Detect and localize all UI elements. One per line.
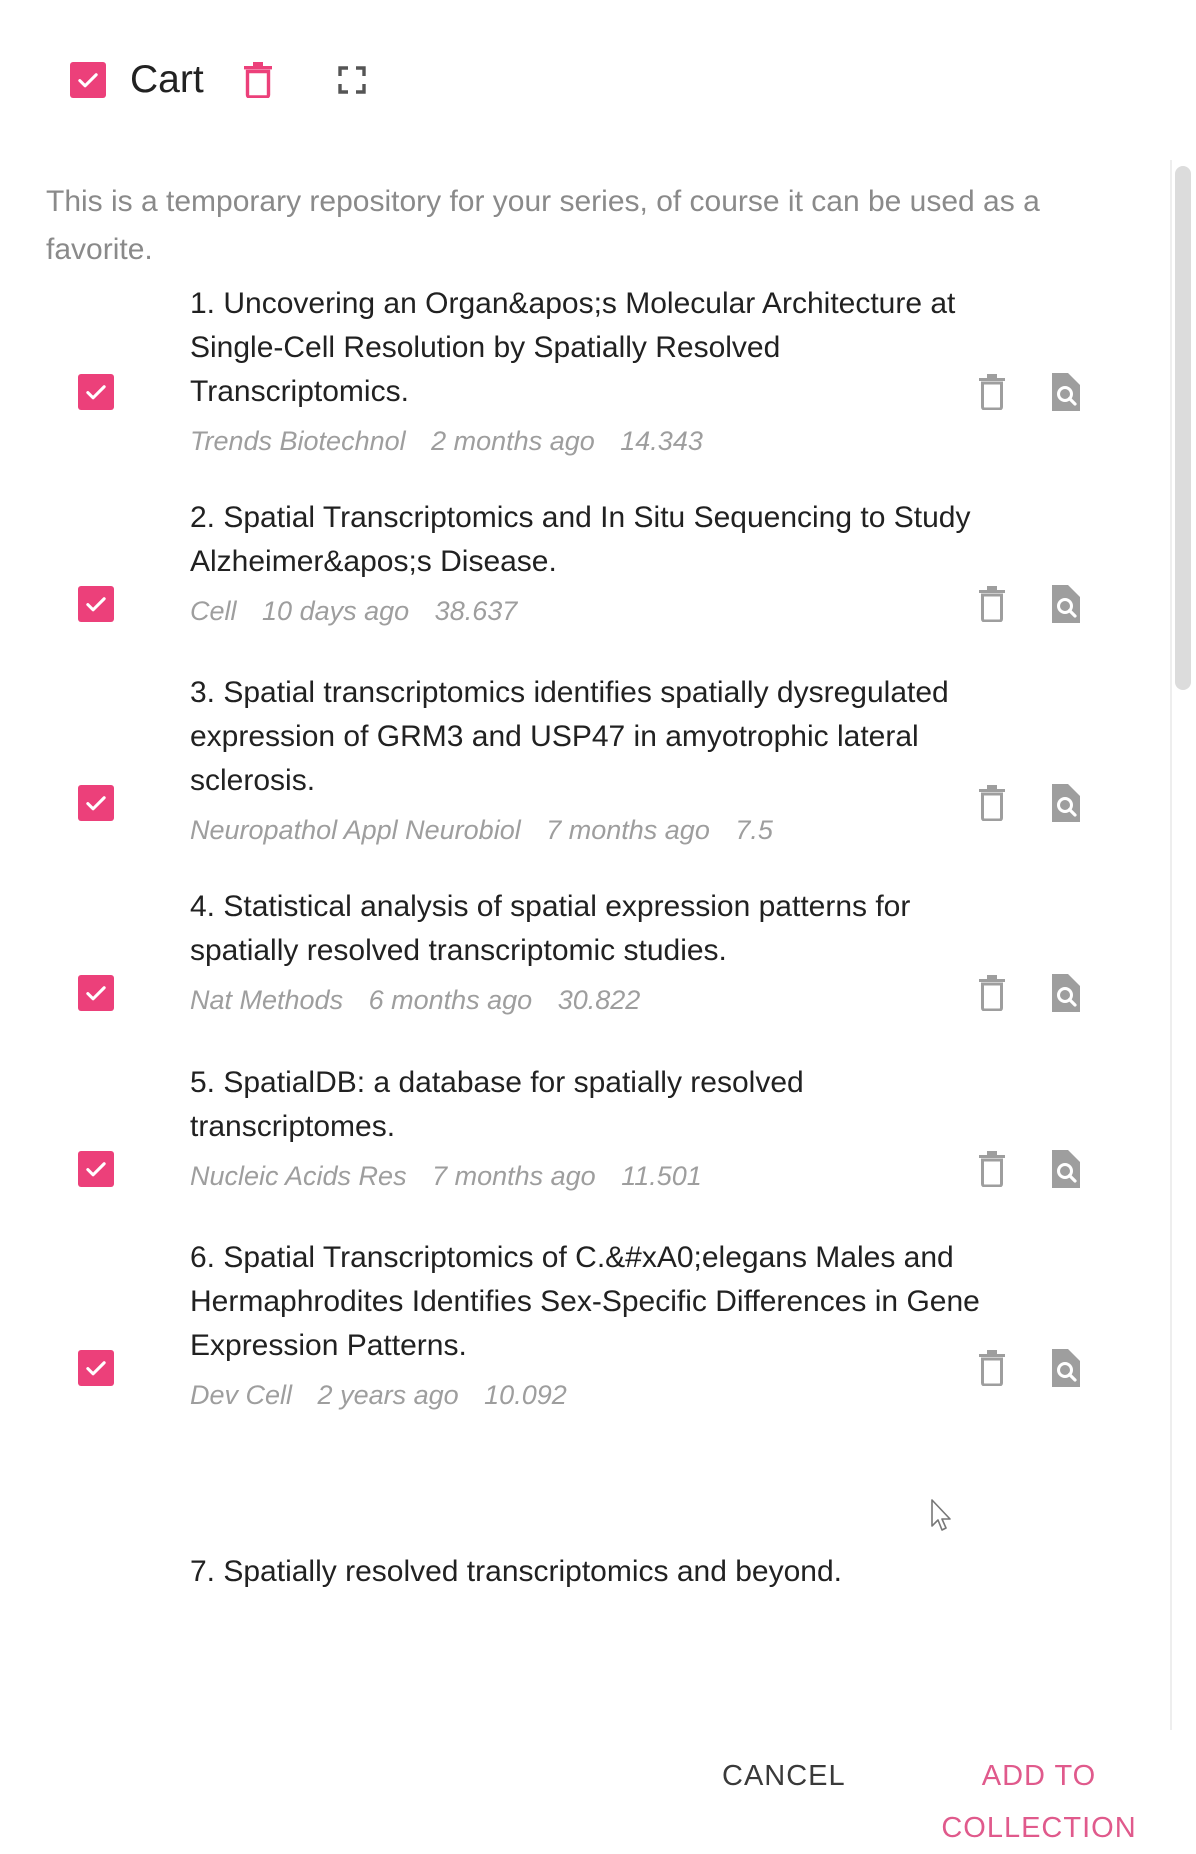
check-icon [86, 796, 106, 811]
item-score: 11.501 [621, 1161, 702, 1191]
item-meta: Neuropathol Appl Neurobiol 7 months ago … [190, 815, 980, 846]
item-checkbox[interactable] [78, 975, 114, 1011]
item-meta: Nat Methods 6 months ago 30.822 [190, 985, 980, 1016]
item-score: 7.5 [735, 815, 773, 845]
item-journal: Cell [190, 596, 237, 626]
item-text: 5. SpatialDB: a database for spatially r… [190, 1061, 980, 1192]
find-in-page-icon [1052, 373, 1080, 411]
item-time: 7 months ago [546, 815, 710, 845]
find-in-page-icon [1052, 1349, 1080, 1387]
item-score: 10.092 [484, 1380, 567, 1410]
item-time: 2 years ago [317, 1380, 459, 1410]
select-all-checkbox[interactable] [70, 62, 106, 98]
cart-description: This is a temporary repository for your … [46, 185, 1040, 266]
view-details-button[interactable] [1042, 1344, 1086, 1392]
find-in-page-icon [1052, 784, 1080, 822]
add-to-collection-button[interactable]: ADD TO COLLECTION [882, 1750, 1196, 1854]
item-meta: Dev Cell 2 years ago 10.092 [190, 1380, 980, 1411]
check-icon [86, 1162, 106, 1177]
item-score: 14.343 [620, 426, 703, 456]
item-time: 2 months ago [431, 426, 595, 456]
item-text: 2. Spatial Transcriptomics and In Situ S… [190, 496, 980, 627]
find-in-page-icon [1052, 585, 1080, 623]
view-details-button[interactable] [1042, 1145, 1086, 1193]
view-details-button[interactable] [1042, 580, 1086, 628]
check-icon [86, 385, 106, 400]
scrollbar-thumb[interactable] [1175, 166, 1191, 690]
find-in-page-icon [1052, 974, 1080, 1012]
item-score: 38.637 [434, 596, 518, 626]
check-icon [86, 597, 106, 612]
clear-cart-button[interactable] [238, 56, 278, 104]
item-journal: Neuropathol Appl Neurobiol [190, 815, 521, 845]
item-meta: Cell 10 days ago 38.637 [190, 596, 980, 627]
item-time: 10 days ago [262, 596, 410, 626]
item-checkbox[interactable] [78, 586, 114, 622]
remove-item-button[interactable] [970, 1145, 1014, 1193]
remove-item-button[interactable] [970, 580, 1014, 628]
trash-icon [243, 62, 272, 98]
item-journal: Nat Methods [190, 985, 344, 1015]
check-icon [78, 73, 98, 88]
item-journal: Dev Cell [190, 1380, 293, 1410]
view-details-button[interactable] [1042, 969, 1086, 1017]
check-icon [86, 1361, 106, 1376]
item-title[interactable]: 3. Spatial transcriptomics identifies sp… [190, 671, 980, 803]
item-text: 4. Statistical analysis of spatial expre… [190, 885, 980, 1016]
item-text: 6. Spatial Transcriptomics of C.&#xA0;el… [190, 1236, 980, 1411]
trash-icon [979, 785, 1005, 821]
cart-header: Cart [70, 56, 372, 104]
item-time: 7 months ago [432, 1161, 596, 1191]
remove-item-button[interactable] [970, 969, 1014, 1017]
item-score: 30.822 [557, 985, 641, 1015]
item-time: 6 months ago [368, 985, 533, 1015]
trash-icon [979, 374, 1005, 410]
dialog-actions: CANCEL ADD TO COLLECTION [0, 1750, 1196, 1844]
scrollbar-divider [1170, 160, 1172, 1730]
view-details-button[interactable] [1042, 779, 1086, 827]
remove-item-button[interactable] [970, 779, 1014, 827]
trash-icon [979, 586, 1005, 622]
item-title[interactable]: 1. Uncovering an Organ&apos;s Molecular … [190, 282, 980, 414]
check-icon [86, 986, 106, 1001]
mouse-cursor-icon [931, 1499, 951, 1531]
item-meta: Trends Biotechnol 2 months ago 14.343 [190, 426, 980, 457]
cart-title: Cart [130, 58, 204, 101]
trash-icon [979, 975, 1005, 1011]
item-checkbox[interactable] [78, 785, 114, 821]
item-journal: Trends Biotechnol [190, 426, 406, 456]
item-text: 1. Uncovering an Organ&apos;s Molecular … [190, 282, 980, 457]
item-title[interactable]: 7. Spatially resolved transcriptomics an… [190, 1550, 980, 1594]
item-meta: Nucleic Acids Res 7 months ago 11.501 [190, 1161, 980, 1192]
item-checkbox[interactable] [78, 1350, 114, 1386]
trash-icon [979, 1350, 1005, 1386]
item-title[interactable]: 6. Spatial Transcriptomics of C.&#xA0;el… [190, 1236, 980, 1368]
item-title[interactable]: 5. SpatialDB: a database for spatially r… [190, 1061, 980, 1149]
item-title[interactable]: 4. Statistical analysis of spatial expre… [190, 885, 980, 973]
find-in-page-icon [1052, 1150, 1080, 1188]
remove-item-button[interactable] [970, 368, 1014, 416]
item-checkbox[interactable] [78, 374, 114, 410]
trash-icon [979, 1151, 1005, 1187]
item-checkbox[interactable] [78, 1151, 114, 1187]
item-text: 7. Spatially resolved transcriptomics an… [190, 1550, 980, 1594]
item-text: 3. Spatial transcriptomics identifies sp… [190, 671, 980, 846]
fullscreen-icon [337, 66, 366, 94]
remove-item-button[interactable] [970, 1344, 1014, 1392]
cart-list-scroll-area[interactable]: This is a temporary repository for your … [0, 160, 1170, 1722]
view-details-button[interactable] [1042, 368, 1086, 416]
item-journal: Nucleic Acids Res [190, 1161, 407, 1191]
fullscreen-button[interactable] [332, 56, 372, 104]
item-title[interactable]: 2. Spatial Transcriptomics and In Situ S… [190, 496, 980, 584]
cancel-button[interactable]: CANCEL [722, 1750, 846, 1802]
